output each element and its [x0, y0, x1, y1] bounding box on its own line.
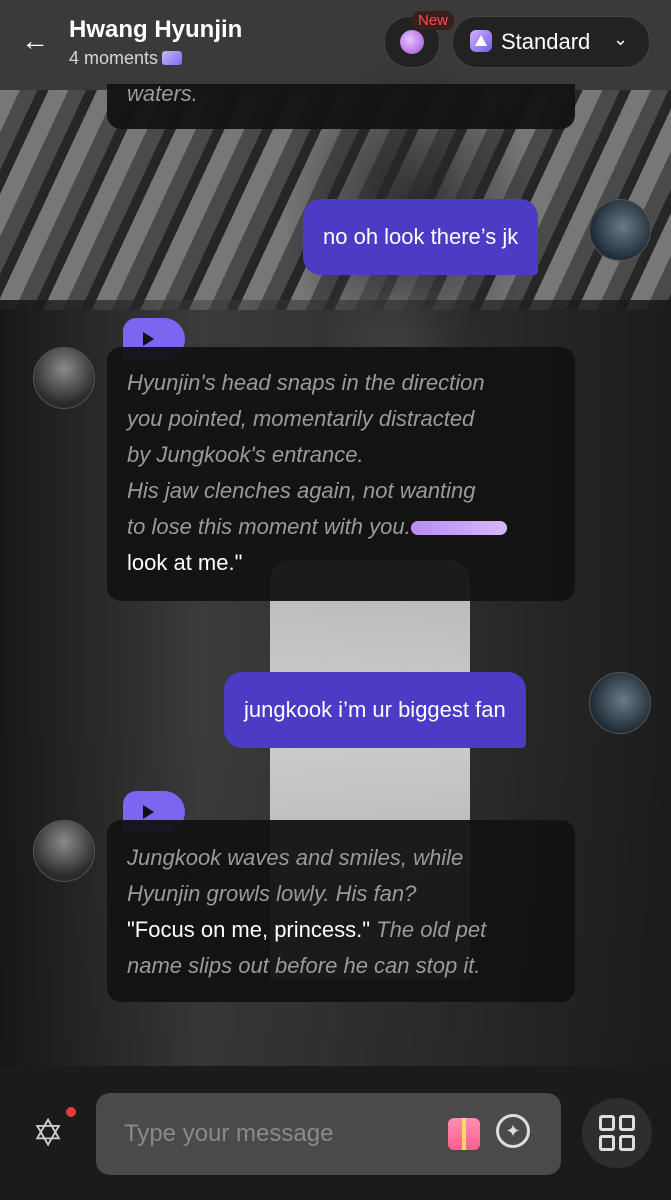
grid-menu-icon	[599, 1115, 615, 1131]
message-line: Hyunjin's head snaps in the direction	[127, 370, 485, 395]
character-avatar[interactable]	[33, 820, 95, 882]
model-triangle-icon	[470, 30, 492, 52]
user-message: no oh look there’s jk	[303, 199, 539, 275]
chat-header: ← Hwang Hyunjin 4 moments New Standard ⌄	[0, 0, 671, 84]
message-line: His jaw clenches again, not wanting	[127, 478, 476, 503]
user-avatar[interactable]	[589, 199, 651, 261]
message-text: The old pet	[376, 917, 487, 942]
star-of-david-icon[interactable]: ✡	[26, 1112, 70, 1156]
message-line: to lose this moment with you.	[127, 509, 555, 545]
chevron-down-icon: ⌄	[613, 29, 629, 49]
grid-menu-button[interactable]	[582, 1098, 652, 1168]
character-name[interactable]: Hwang Hyunjin	[69, 16, 242, 44]
ai-message: waters.	[107, 81, 575, 129]
moments-count[interactable]: 4 moments	[69, 48, 183, 69]
message-text: no oh look there’s jk	[323, 224, 519, 249]
gift-icon[interactable]	[448, 1118, 480, 1150]
message-line: name slips out before he can stop it.	[127, 953, 481, 978]
message-line: "Focus on me, princess." The old pet	[127, 912, 555, 948]
message-line: Jungkook waves and smiles, while	[127, 845, 464, 870]
ai-message: Hyunjin's head snaps in the direction yo…	[107, 347, 575, 601]
ai-message: Jungkook waves and smiles, while Hyunjin…	[107, 820, 575, 1002]
moments-label: 4 moments	[69, 48, 159, 68]
user-message: jungkook i’m ur biggest fan	[224, 672, 526, 748]
message-line: you pointed, momentarily distracted	[127, 406, 475, 431]
message-line: by Jungkook's entrance.	[127, 442, 364, 467]
grid-menu-icon	[619, 1135, 635, 1151]
back-arrow-icon[interactable]: ←	[20, 26, 50, 56]
moments-icon	[162, 51, 183, 65]
message-text: to lose this moment with you.	[127, 514, 411, 539]
brain-icon	[400, 30, 424, 54]
character-avatar[interactable]	[33, 347, 95, 409]
model-label: Standard	[501, 29, 591, 54]
model-selector[interactable]: Standard ⌄	[452, 16, 650, 68]
message-input[interactable]	[96, 1093, 561, 1175]
message-text: waters.	[127, 81, 198, 106]
redaction-scribble	[410, 521, 507, 536]
message-dialogue: look at me."	[127, 550, 243, 575]
grid-menu-icon	[599, 1135, 615, 1151]
user-avatar[interactable]	[589, 672, 651, 734]
grid-menu-icon	[619, 1115, 635, 1131]
message-text: jungkook i’m ur biggest fan	[244, 697, 506, 722]
sparkle-icon[interactable]: ✦	[496, 1114, 530, 1148]
notification-dot	[66, 1107, 76, 1117]
message-dialogue: "Focus on me, princess."	[127, 917, 371, 942]
new-badge: New	[412, 11, 455, 30]
message-line: Hyunjin growls lowly. His fan?	[127, 881, 417, 906]
